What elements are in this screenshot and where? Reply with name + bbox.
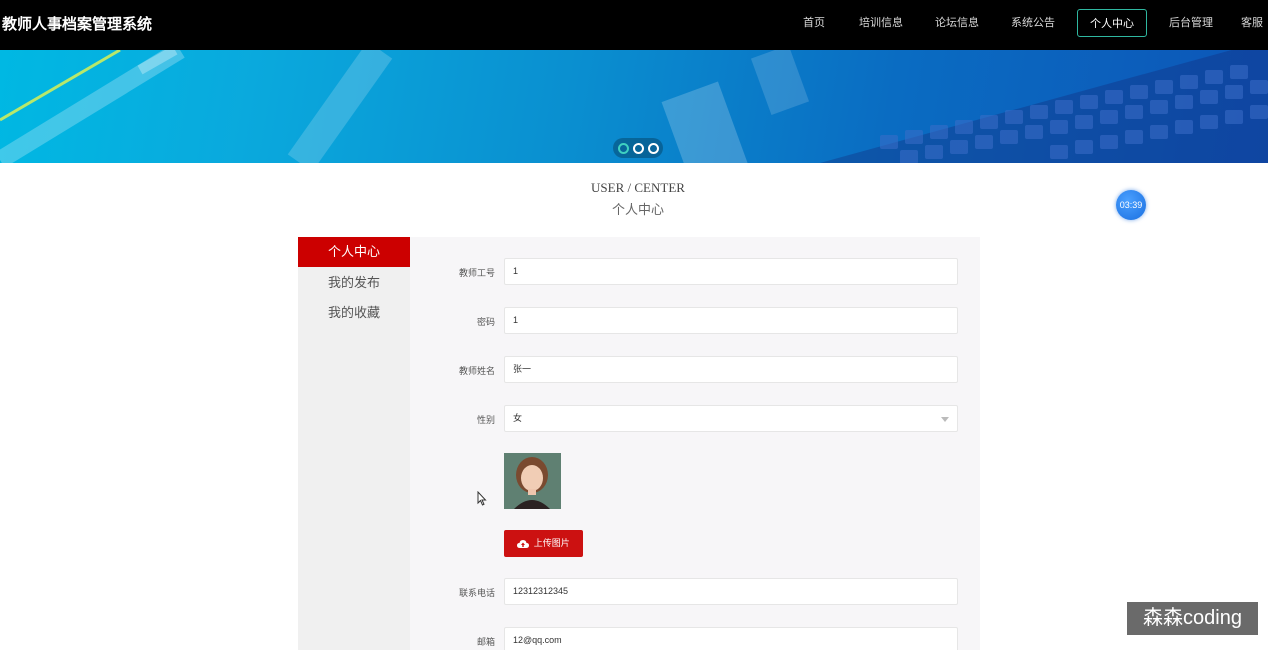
nav-user-center[interactable]: 个人中心 [1077,9,1147,37]
email-input[interactable]: 12@qq.com [504,627,958,650]
carousel-indicators [613,138,663,158]
cloud-upload-icon [517,539,530,548]
timer-badge[interactable]: 03:39 [1116,190,1146,220]
nav-home[interactable]: 首页 [797,9,831,37]
carousel-dot-3[interactable] [648,143,659,154]
password-label: 密码 [476,317,495,327]
nav-training[interactable]: 培训信息 [855,9,907,37]
teacher-id-input[interactable]: 1 [504,258,958,285]
gender-label: 性别 [476,415,495,425]
email-label: 邮箱 [476,637,495,647]
upload-image-button[interactable]: 上传图片 [504,530,583,557]
upload-button-label: 上传图片 [533,538,570,548]
phone-input[interactable]: 12312312345 [504,578,958,605]
sidebar-item-my-posts[interactable]: 我的发布 [298,268,410,298]
nav-admin[interactable]: 后台管理 [1165,9,1217,37]
avatar [504,453,561,509]
teacher-id-label: 教师工号 [458,268,495,278]
sidebar-item-user-center[interactable]: 个人中心 [298,237,410,267]
name-input[interactable]: 张一 [504,356,958,383]
nav-customer-service[interactable]: 客服 [1241,9,1268,37]
watermark: 森森coding [1127,602,1258,635]
nav-announcements[interactable]: 系统公告 [1007,9,1059,37]
nav-forum[interactable]: 论坛信息 [931,9,983,37]
avatar-photo [504,453,561,509]
page-title-cn: 个人中心 [611,202,664,217]
carousel-dot-2[interactable] [633,143,644,154]
chevron-down-icon [941,417,949,422]
top-navbar: 教师人事档案管理系统 首页 培训信息 论坛信息 系统公告 个人中心 后台管理 客… [0,0,1268,50]
phone-label: 联系电话 [458,588,495,598]
name-label: 教师姓名 [458,366,495,376]
gender-select[interactable]: 女 [504,405,958,432]
sidebar-menu: 个人中心 我的发布 我的收藏 [298,237,410,650]
app-title[interactable]: 教师人事档案管理系统 [2,13,152,34]
gender-value: 女 [513,413,523,423]
mouse-cursor-icon [477,491,487,506]
sidebar-item-my-favorites[interactable]: 我的收藏 [298,298,410,328]
carousel-dot-1[interactable] [618,143,629,154]
password-input[interactable]: 1 [504,307,958,334]
page-title-en: USER / CENTER [591,180,685,195]
